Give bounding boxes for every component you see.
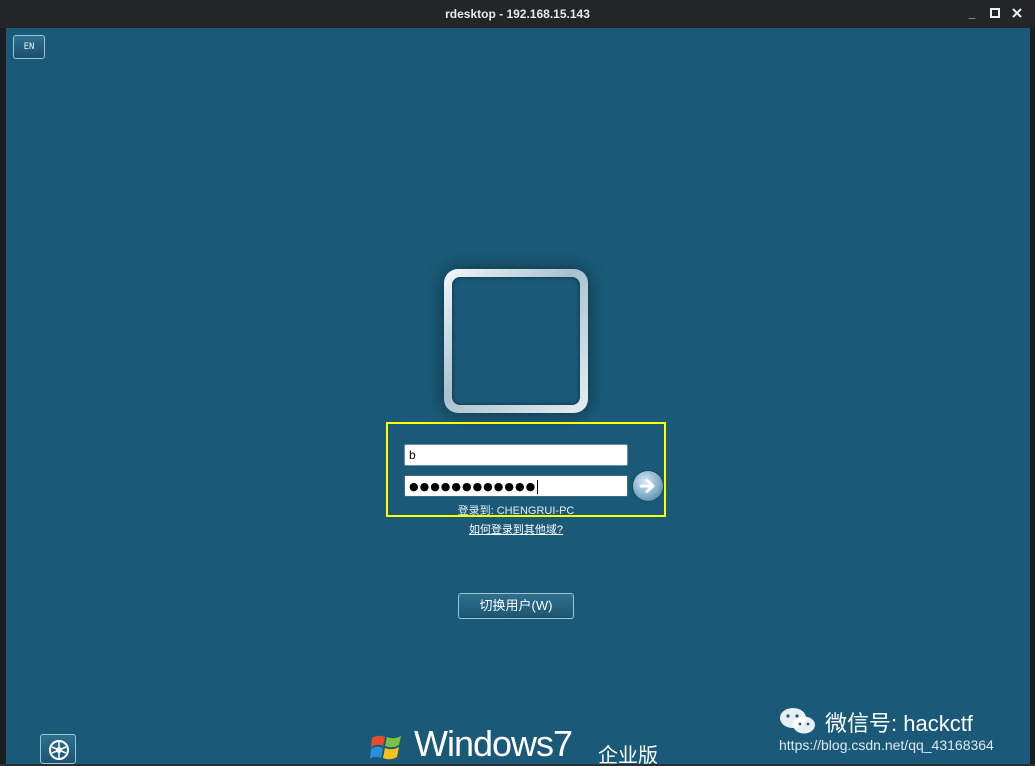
maximize-button[interactable] (988, 6, 1002, 20)
other-domain-help-link[interactable]: 如何登录到其他域? (386, 521, 646, 537)
wechat-id: 微信号: hackctf (825, 711, 973, 736)
username-value: b (409, 448, 416, 462)
password-mask: ●●●●●●●●●●●● (409, 480, 537, 493)
windows-branding: Windows7 企业版 (368, 723, 688, 764)
user-picture (452, 277, 580, 405)
windows-wordmark: Windows7 (414, 723, 573, 764)
window-title: rdesktop - 192.168.15.143 (445, 7, 590, 21)
ease-of-access-button[interactable] (40, 734, 76, 764)
wechat-watermark: 微信号: hackctf (779, 704, 1030, 736)
window-titlebar: rdesktop - 192.168.15.143 _ (0, 0, 1035, 28)
submit-login-button[interactable] (633, 471, 663, 501)
windows-edition: 企业版 (598, 745, 658, 764)
switch-user-button[interactable]: 切换用户(W) (458, 593, 574, 619)
close-icon (1012, 8, 1022, 18)
language-switch-button[interactable]: EN (13, 35, 45, 59)
source-url-watermark: https://blog.csdn.net/qq_43168364 (779, 737, 994, 753)
ease-of-access-icon (49, 740, 69, 760)
password-field[interactable]: ●●●●●●●●●●●● (404, 475, 628, 497)
wechat-icon (780, 708, 815, 734)
user-picture-tile (444, 269, 588, 413)
minimize-button[interactable]: _ (965, 6, 979, 20)
logon-target-label: 登录到: CHENGRUI-PC (457, 505, 575, 517)
maximize-icon (990, 8, 1000, 18)
remote-desktop-screen: EN b ●●●●●●●●●●●● 登录到: CHENGRUI-PC 如何登录到… (6, 28, 1030, 764)
close-button[interactable] (1010, 6, 1024, 20)
windows-flag-icon (370, 735, 401, 760)
text-cursor (537, 479, 539, 494)
username-field[interactable]: b (404, 444, 628, 466)
arrow-right-icon (639, 479, 655, 493)
